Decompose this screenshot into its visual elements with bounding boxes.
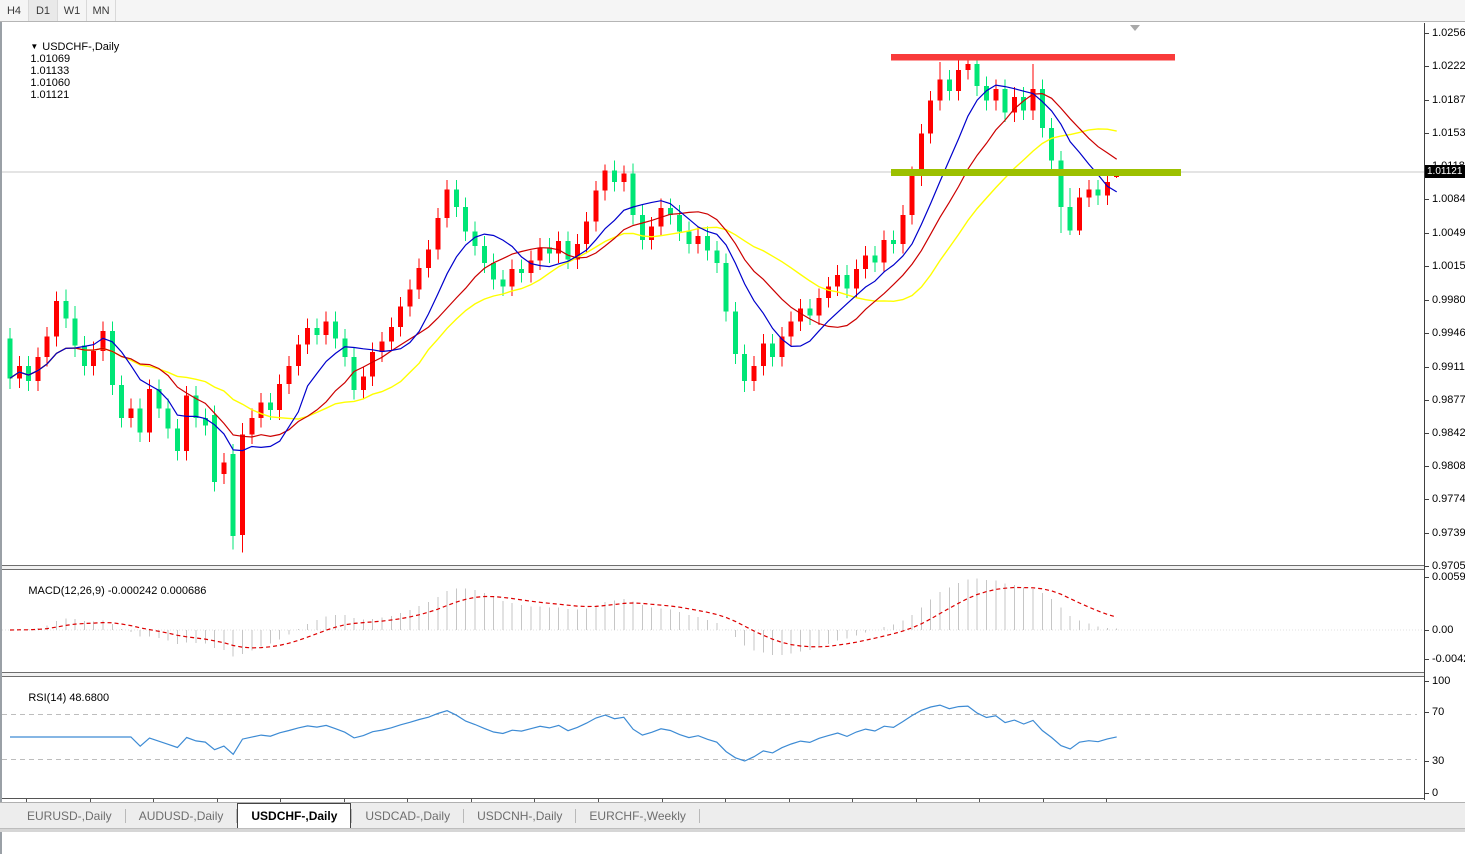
macd-scale-label: 0.00597 (1432, 571, 1465, 583)
price-scale-label: 1.00490 (1432, 227, 1465, 240)
price-scale-label: 0.99460 (1432, 326, 1465, 339)
chart-window: ▼ USDCHF-,Daily 1.01069 1.01133 1.01060 1… (0, 22, 1465, 854)
price-scale-label: 1.00840 (1432, 193, 1465, 206)
ohlc-low: 1.01060 (30, 77, 71, 89)
chart-symbol: USDCHF-,Daily (42, 41, 120, 53)
scale-tick (1424, 299, 1429, 301)
chart-tab-eurusd[interactable]: EURUSD-,Daily (14, 803, 125, 828)
timeframe-button-d1[interactable]: D1 (29, 0, 58, 21)
price-scale-label: 0.98770 (1432, 393, 1465, 406)
chart-menu-icon[interactable]: ▼ (30, 42, 38, 51)
rsi-scale-label: 0 (1432, 787, 1439, 799)
price-scale-label: 0.99800 (1432, 293, 1465, 306)
chart-tab-usdcad[interactable]: USDCAD-,Daily (352, 803, 463, 828)
trading-terminal-window: H4 D1 W1 MN ▼ USDCHF-,Daily 1.01069 1.01133 … (0, 0, 1465, 854)
chart-shift-marker-icon[interactable] (1130, 25, 1140, 31)
timeframe-button-mn[interactable]: MN (87, 0, 116, 21)
macd-main-value: -0.000242 (107, 585, 158, 597)
scale-tick (1424, 132, 1429, 134)
scale-tick (1424, 533, 1429, 535)
scale-tick (1424, 99, 1429, 101)
rsi-label: RSI(14) 48.6800 (28, 692, 110, 704)
scale-tick (1424, 681, 1429, 682)
ohlc-open: 1.01069 (30, 53, 71, 65)
price-scale-label: 0.97740 (1432, 493, 1465, 506)
macd-label: MACD(12,26,9) -0.000242 0.000686 (28, 585, 207, 597)
scale-tick (1424, 659, 1429, 660)
rsi-scale-label: 70 (1432, 706, 1445, 718)
macd-panel-canvas[interactable] (2, 570, 1424, 672)
scale-tick (1424, 793, 1429, 794)
macd-scale-label: -0.004243 (1432, 653, 1465, 665)
scale-tick (1424, 433, 1429, 435)
scale-tick (1424, 366, 1429, 368)
scale-tick (1424, 630, 1429, 631)
scale-tick (1424, 761, 1429, 762)
scale-tick (1424, 499, 1429, 501)
price-scale-label: 1.01870 (1432, 93, 1465, 106)
price-scale-label: 1.02560 (1432, 27, 1465, 39)
rsi-scale-label: 30 (1432, 755, 1445, 767)
timeframe-toolbar: H4 D1 W1 MN (0, 0, 1465, 22)
tab-separator (698, 808, 700, 823)
scale-tick (1424, 233, 1429, 235)
scale-tick (1424, 65, 1429, 67)
scale-tick (1424, 332, 1429, 334)
window-bottom-edge (0, 828, 1465, 832)
chart-tab-usdchf[interactable]: USDCHF-,Daily (237, 803, 352, 828)
scale-tick (1424, 266, 1429, 268)
rsi-value: 48.6800 (69, 692, 110, 704)
chart-tab-audusd[interactable]: AUDUSD-,Daily (126, 803, 237, 828)
price-scale-label: 1.02220 (1432, 59, 1465, 72)
timeframe-button-w1[interactable]: W1 (58, 0, 87, 21)
ohlc-close: 1.01121 (30, 89, 70, 101)
scale-tick (1424, 466, 1429, 468)
main-chart-canvas[interactable] (2, 23, 1424, 565)
price-scale-label: 0.99110 (1432, 360, 1465, 373)
chart-tab-eurchf[interactable]: EURCHF-,Weekly (576, 803, 698, 828)
scale-tick (1424, 199, 1429, 201)
chart-title: ▼ USDCHF-,Daily 1.01069 1.01133 1.01060 1… (12, 29, 124, 113)
price-scale-label: 1.01530 (1432, 126, 1465, 139)
scale-tick (1424, 399, 1429, 401)
timeframe-button-h4[interactable]: H4 (0, 0, 29, 21)
ohlc-high: 1.01133 (30, 65, 70, 77)
price-scale-label: 0.97390 (1432, 527, 1465, 540)
scale-tick (1424, 33, 1429, 34)
price-scale-label: 0.98080 (1432, 460, 1465, 473)
price-scale-label: 1.00150 (1432, 260, 1465, 273)
price-scale-axis[interactable] (1424, 23, 1425, 800)
rsi-panel-canvas[interactable] (2, 677, 1424, 798)
macd-signal-value: 0.000686 (160, 585, 207, 597)
rsi-scale-label: 100 (1432, 675, 1451, 687)
price-scale-label: 0.98420 (1432, 427, 1465, 440)
current-price-box: 1.01121 (1425, 165, 1465, 179)
macd-scale-label: 0.00 (1432, 624, 1454, 636)
scale-tick (1424, 712, 1429, 713)
chart-tab-usdcnh[interactable]: USDCNH-,Daily (464, 803, 575, 828)
scale-tick (1424, 565, 1429, 567)
scale-tick (1424, 577, 1429, 578)
chart-tab-bar: EURUSD-,Daily AUDUSD-,Daily USDCHF-,Daily U… (0, 802, 1465, 828)
